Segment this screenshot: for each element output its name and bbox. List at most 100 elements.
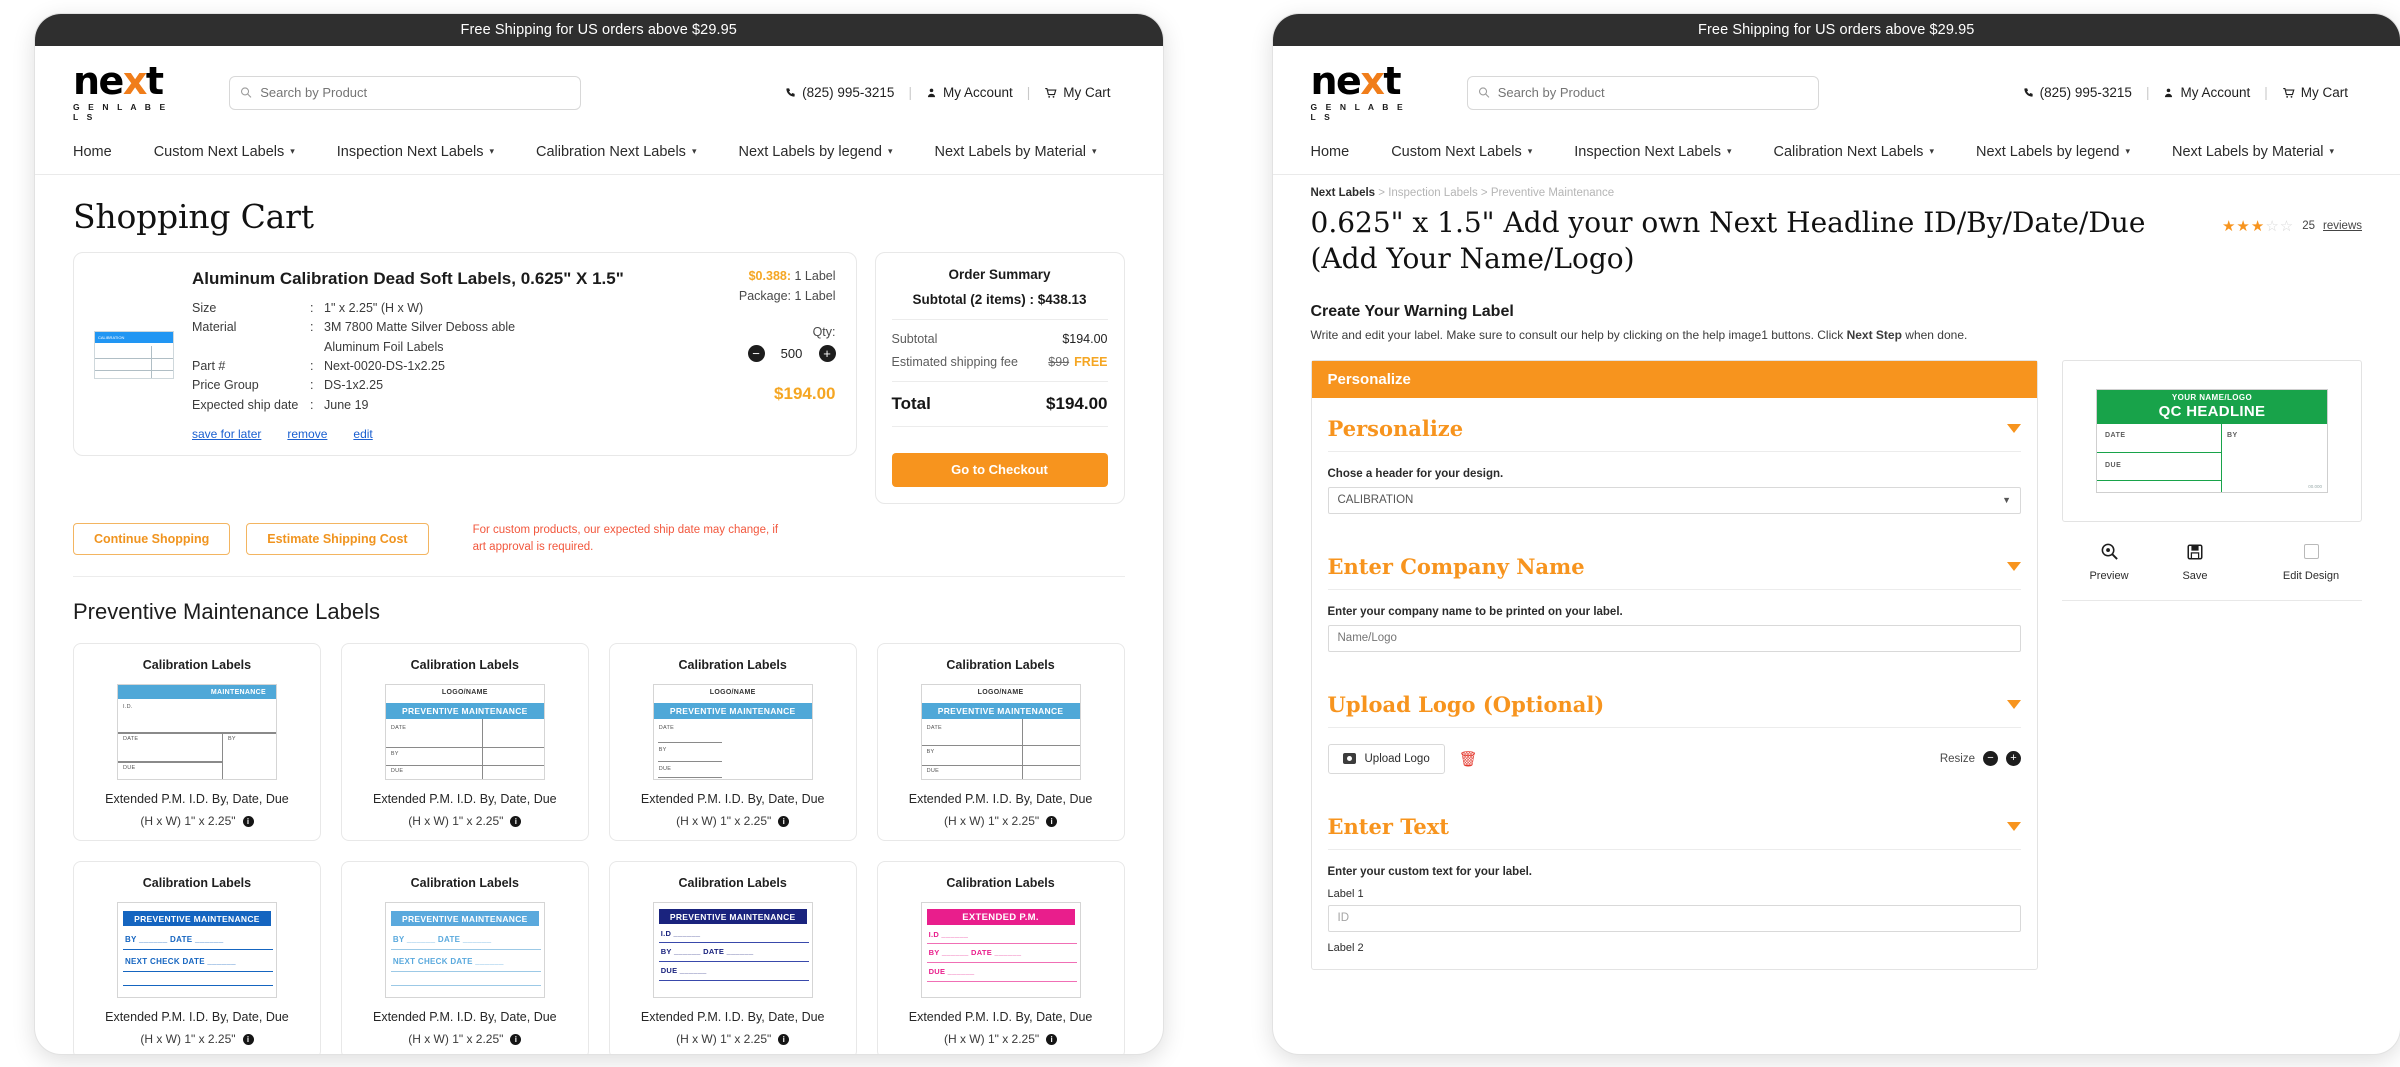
info-icon[interactable]: i — [243, 816, 254, 827]
product-dims: (H x W) 1" x 2.25" — [944, 1032, 1039, 1046]
info-icon[interactable]: i — [1046, 1034, 1057, 1045]
search-input[interactable] — [260, 85, 570, 100]
review-word[interactable]: reviews — [2323, 220, 2362, 232]
product-card[interactable]: Calibration Labels PREVENTIVE MAINTENANC… — [73, 861, 321, 1054]
save-for-later-link[interactable]: save for later — [192, 427, 261, 441]
accordion-header-enter-text[interactable]: Enter Text — [1328, 796, 2022, 850]
my-cart-link[interactable]: My Cart — [2268, 85, 2362, 100]
label-rule — [118, 732, 276, 734]
accordion-header-upload-logo[interactable]: Upload Logo (Optional) — [1328, 674, 2022, 728]
edit-link[interactable]: edit — [353, 427, 372, 441]
nav-item-home[interactable]: Home — [73, 144, 133, 160]
info-icon[interactable]: i — [778, 816, 789, 827]
nav-item-home[interactable]: Home — [1311, 144, 1371, 160]
info-icon[interactable]: i — [1046, 816, 1057, 827]
product-card[interactable]: Calibration Labels PREVENTIVE MAINTENANC… — [609, 861, 857, 1054]
quantity-stepper[interactable]: − 500 + — [664, 345, 836, 362]
product-dims: (H x W) 1" x 2.25" — [408, 1032, 503, 1046]
label-rule — [927, 943, 1077, 944]
remove-link[interactable]: remove — [287, 427, 327, 441]
upload-logo-button[interactable]: Upload Logo — [1328, 744, 1445, 774]
save-tool[interactable]: Save — [2152, 540, 2238, 582]
qty-increment-button[interactable]: + — [819, 345, 836, 362]
edit-design-tool[interactable]: Edit Design — [2264, 540, 2358, 582]
resize-increment-button[interactable]: + — [2006, 751, 2021, 766]
phone-link[interactable]: (825) 995-3215 — [771, 85, 908, 100]
breadcrumb-root[interactable]: Next Labels — [1311, 187, 1376, 199]
product-card[interactable]: Calibration Labels PREVENTIVE MAINTENANC… — [341, 861, 589, 1054]
search-container — [229, 76, 581, 110]
go-to-checkout-button[interactable]: Go to Checkout — [892, 453, 1108, 487]
info-icon[interactable]: i — [778, 1034, 789, 1045]
chevron-down-icon[interactable] — [2007, 822, 2021, 831]
header-select-label: Chose a header for your design. — [1328, 468, 2022, 480]
my-account-link[interactable]: My Account — [2149, 85, 2264, 100]
accordion-header-company-name[interactable]: Enter Company Name — [1328, 536, 2022, 590]
info-icon[interactable]: i — [510, 816, 521, 827]
label1-input[interactable]: ID — [1328, 905, 2022, 932]
nav-item-next-labels-by-material[interactable]: Next Labels by Material▾ — [914, 144, 1118, 160]
pdp-body: Personalize Personalize Chose a header f… — [1273, 360, 2400, 970]
preview-tool[interactable]: Preview — [2066, 540, 2152, 582]
chevron-down-icon: ▾ — [1092, 146, 1097, 157]
info-icon[interactable]: i — [510, 1034, 521, 1045]
promo-bar: Free Shipping for US orders above $29.95 — [1273, 14, 2400, 46]
rating-block[interactable]: ★★★☆☆ 25 reviews — [2222, 217, 2362, 235]
my-cart-link[interactable]: My Cart — [1030, 85, 1124, 100]
nav-item-custom-next-labels[interactable]: Custom Next Labels▾ — [133, 144, 316, 160]
product-grid: Calibration Labels MAINTENANCE I.D. DATE… — [73, 643, 1125, 1054]
product-card[interactable]: Calibration Labels LOGO/NAME PREVENTIVE … — [341, 643, 589, 841]
label-rule — [659, 942, 809, 943]
phone-icon — [785, 87, 796, 98]
product-thumbnail[interactable]: CALIBRATION — [94, 331, 174, 379]
nav-item-custom-next-labels[interactable]: Custom Next Labels▾ — [1370, 144, 1553, 160]
nav-item-calibration-next-labels[interactable]: Calibration Next Labels▾ — [1753, 144, 1955, 160]
search-container — [1467, 76, 1819, 110]
estimate-shipping-button[interactable]: Estimate Shipping Cost — [246, 523, 428, 555]
order-summary-heading: Order Summary — [892, 267, 1108, 282]
nav-item-next-labels-by-legend[interactable]: Next Labels by legend▾ — [1955, 144, 2151, 160]
nav-item-next-labels-by-legend[interactable]: Next Labels by legend▾ — [717, 144, 913, 160]
product-card-title: Calibration Labels — [86, 658, 308, 672]
order-summary-subtotal-items: Subtotal (2 items) : $438.13 — [892, 292, 1108, 307]
trash-icon[interactable]: 🗑 — [1459, 750, 1478, 768]
subtext-b: 1 buttons. Click — [1761, 328, 1846, 342]
checkbox-icon[interactable] — [2264, 540, 2358, 564]
accordion-title: Enter Text — [1328, 814, 1450, 839]
accordion-header-personalize[interactable]: Personalize — [1328, 398, 2022, 452]
search-box[interactable] — [1467, 76, 1819, 110]
product-card[interactable]: Calibration Labels LOGO/NAME PREVENTIVE … — [609, 643, 857, 841]
info-icon[interactable]: i — [243, 1034, 254, 1045]
label-field: DATE — [391, 725, 406, 731]
continue-shopping-button[interactable]: Continue Shopping — [73, 523, 230, 555]
product-name: Extended P.M. I.D. By, Date, Due — [86, 1010, 308, 1024]
resize-decrement-button[interactable]: − — [1983, 751, 1998, 766]
site-logo[interactable]: next G E N L A B E L S — [1311, 64, 1415, 122]
chevron-down-icon[interactable] — [2007, 424, 2021, 433]
chevron-down-icon[interactable] — [2007, 562, 2021, 571]
nav-item-inspection-next-labels[interactable]: Inspection Next Labels▾ — [316, 144, 515, 160]
label-rule — [659, 961, 809, 962]
chevron-down-icon[interactable] — [2007, 700, 2021, 709]
product-card[interactable]: Calibration Labels MAINTENANCE I.D. DATE… — [73, 643, 321, 841]
search-input[interactable] — [1498, 85, 1808, 100]
qty-value[interactable]: 500 — [777, 346, 807, 361]
nav-label: Calibration Next Labels — [536, 144, 686, 160]
nav-item-calibration-next-labels[interactable]: Calibration Next Labels▾ — [515, 144, 717, 160]
nav-item-next-labels-by-material[interactable]: Next Labels by Material▾ — [2151, 144, 2355, 160]
site-logo[interactable]: next G E N L A B E L S — [73, 64, 177, 122]
my-account-link[interactable]: My Account — [912, 85, 1027, 100]
product-card[interactable]: Calibration Labels LOGO/NAME PREVENTIVE … — [877, 643, 1125, 841]
cart-item-title[interactable]: Aluminum Calibration Dead Soft Labels, 0… — [192, 269, 646, 289]
search-box[interactable] — [229, 76, 581, 110]
product-card[interactable]: Calibration Labels EXTENDED P.M. I.D ___… — [877, 861, 1125, 1054]
qty-decrement-button[interactable]: − — [748, 345, 765, 362]
company-name-input[interactable] — [1328, 625, 2022, 652]
nav-item-inspection-next-labels[interactable]: Inspection Next Labels▾ — [1553, 144, 1752, 160]
phone-link[interactable]: (825) 995-3215 — [2009, 85, 2146, 100]
breadcrumb-mid[interactable]: Inspection Labels — [1388, 187, 1478, 199]
header-select[interactable]: CALIBRATION ▼ — [1328, 487, 2022, 514]
header-utility-links: (825) 995-3215 | My Account | My Cart — [2009, 85, 2362, 100]
logo-ne: ne — [73, 59, 123, 103]
label-field: NEXT CHECK DATE ______ — [393, 957, 504, 966]
